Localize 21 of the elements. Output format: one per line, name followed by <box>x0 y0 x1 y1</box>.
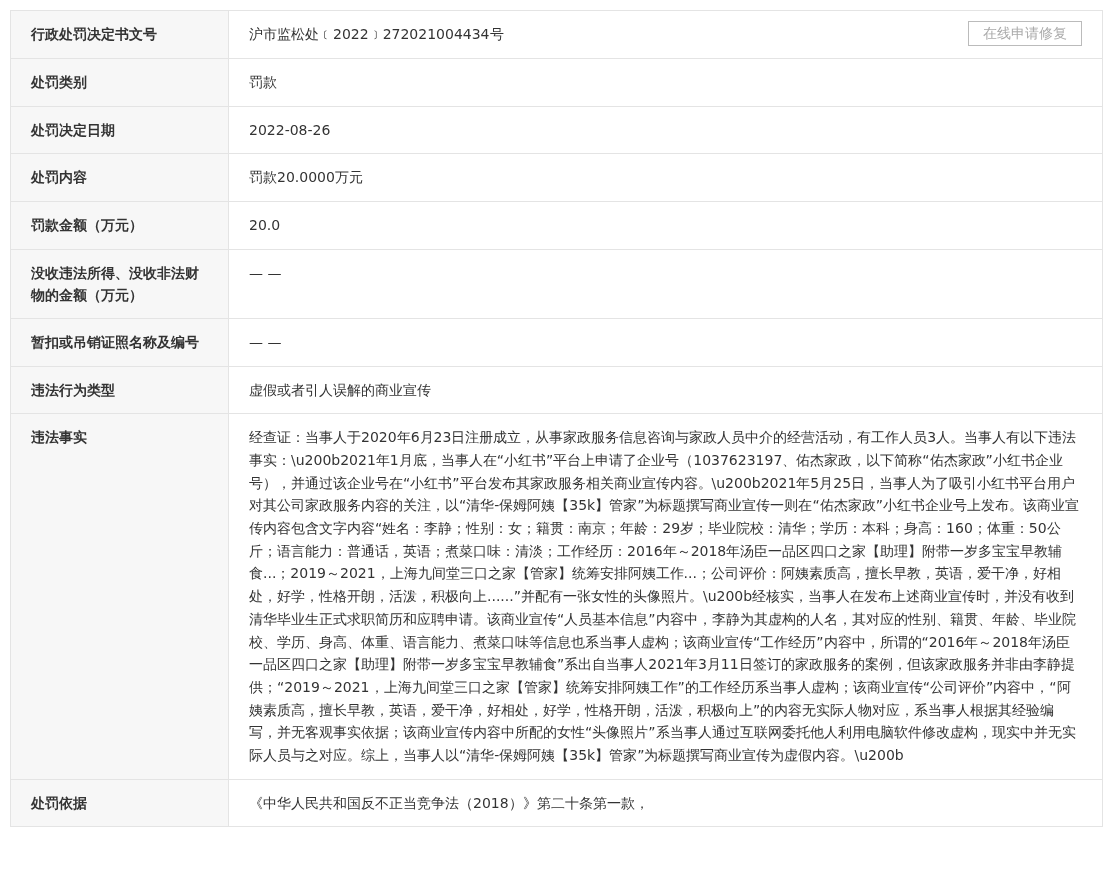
field-label: 违法行为类型 <box>31 380 116 400</box>
field-value: 经查证：当事人于2020年6月23日注册成立，从事家政服务信息咨询与家政人员中介的经营活动，有工作人员3人。当事人有以下违法事实：\u200b2021年1月底，当事人在“小红书”平台上申请了企业号（1037623197、佑杰家政，以下简称“佑杰家政”小红书企业号），并通过该企业号在“小红书”平台发布其家政服务相关商业宣传内容。\u200b2021年5月25日，当事人为了吸引小红书平台用户对其公司家政服务内容的关注，以“清华-保姆阿姨【35k】管家”为标题撰写商业宣传一则在“佑杰家政”小红书企业号上发布。该商业宣传内容包含文字内容“姓名：李静；性别：女；籍贯：南京；年龄：29岁；毕业院校：清华；学历：本科；身高：160；体重：50公斤；语言能力：普通话，英语；煮菜口味：清淡；工作经历：2016年～2018年汤臣一品区四口之家【助理】附带一岁多宝宝早教辅食...；2019～2021，上海九间堂三口之家【管家】统筹安排阿姨工作...；公司评价：阿姨素质高，擅长早教，英语，爱干净，好相处，好学，性格开朗，活泼，积极向上......”并配有一张女性的头像照片。\u200b经核实，当事人在发布上述商业宣传时，并没有收到清华毕业生正式求职简历和应聘申请。该商业宣传“人员基本信息”内容中，李静为其虚构的人名，其对应的性别、籍贯、年龄、毕业院校、学历、身高、体重、语言能力、煮菜口味等信息也系当事人虚构；该商业宣传“工作经历”内容中，所谓的“2016年～2018年汤臣一品区四口之家【助理】附带一岁多宝宝早教辅食”系出自当事人2021年3月11日签订的家政服务的案例，但该家政服务并非由李静提供；“2019～2021，上海九间堂三口之家【管家】统筹安排阿姨工作”的工作经历系当事人虚构；该商业宣传“公司评价”内容中，“阿姨素质高，擅长早教，英语，爱干净，好相处，好学，性格开朗，活泼，积极向上”的内容无实际人物对应，系当事人根据其经验编写，并无客观事实依据；该商业宣传内容中所配的女性“头像照片”系当事人通过互联网委托他人利用电脑软件修改虚构，现实中并无实际人员与之对应。综上，当事人以“清华-保姆阿姨【35k】管家”为标题撰写商业宣传为虚假内容。\u200b <box>249 428 1080 766</box>
field-value: 罚款20.0000万元 <box>249 168 363 188</box>
field-value: — — <box>249 263 282 283</box>
field-label: 处罚决定日期 <box>31 120 116 140</box>
field-label: 没收违法所得、没收非法财物的金额（万元） <box>31 263 200 305</box>
field-value: 虚假或者引人误解的商业宣传 <box>249 380 431 400</box>
field-label: 处罚类别 <box>31 73 88 92</box>
field-label: 违法事实 <box>31 428 88 448</box>
field-label: 暂扣或吊销证照名称及编号 <box>31 332 200 352</box>
field-label: 罚款金额（万元） <box>31 216 144 236</box>
field-value: 罚款 <box>249 73 277 92</box>
field-value: 沪市监松处﹝2022﹞272021004434号 <box>249 25 504 44</box>
field-value: 20.0 <box>249 216 281 236</box>
field-value: 《中华人民共和国反不正当竞争法（2018）》第二十条第一款， <box>249 793 649 813</box>
field-label: 处罚内容 <box>31 168 88 188</box>
field-value: 2022-08-26 <box>249 120 331 140</box>
field-label: 处罚依据 <box>31 793 88 813</box>
field-label: 行政处罚决定书文号 <box>31 25 158 44</box>
field-value: — — <box>249 332 282 352</box>
repair-button[interactable]: 在线申请修复 <box>968 21 1082 46</box>
